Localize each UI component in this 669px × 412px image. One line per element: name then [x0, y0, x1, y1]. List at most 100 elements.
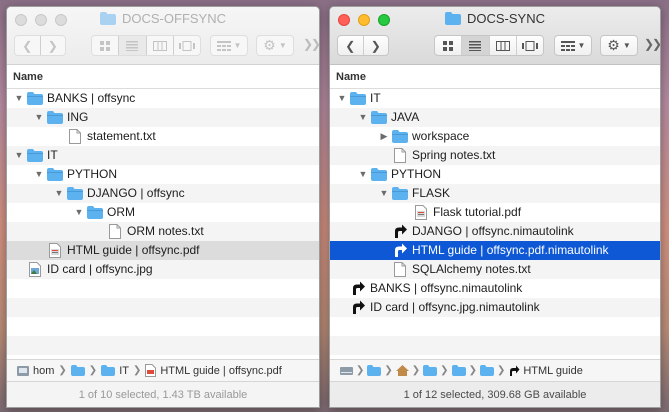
- list-item[interactable]: DJANGO | offsync.nimautolink: [330, 222, 660, 241]
- finder-window-docs-sync[interactable]: DOCS-SYNC ❮ ❯ ▼ ⚙ ▼ ❯❯ Name ▼ IT ▼ JAVA ▶ wor…: [329, 6, 661, 408]
- file-list[interactable]: ▼ IT ▼ JAVA ▶ workspace Spring notes.txt ▼ PYTHO…: [330, 89, 660, 357]
- list-view-button[interactable]: [462, 36, 490, 55]
- back-button[interactable]: ❮: [338, 36, 364, 55]
- disclosure-open-icon[interactable]: ▼: [357, 108, 369, 127]
- list-item[interactable]: HTML guide | offsync.pdf.nimautolink: [330, 241, 660, 260]
- path-segment-it[interactable]: IT: [119, 365, 129, 377]
- name-column-header[interactable]: Name: [330, 65, 660, 89]
- list-view-button[interactable]: [119, 36, 147, 55]
- folder-icon: [392, 129, 408, 144]
- list-item[interactable]: statement.txt: [7, 127, 319, 146]
- pdf-icon: [145, 364, 157, 377]
- status-bar: 1 of 12 selected, 309.68 GB available: [330, 381, 660, 407]
- list-item[interactable]: ORM notes.txt: [7, 222, 319, 241]
- list-item[interactable]: Flask tutorial.pdf: [330, 203, 660, 222]
- list-item[interactable]: ▼ ORM: [7, 203, 319, 222]
- list-item[interactable]: BANKS | offsync.nimautolink: [330, 279, 660, 298]
- file-name-label: PYTHON: [391, 167, 442, 181]
- action-menu-button[interactable]: ⚙ ▼: [600, 35, 638, 56]
- file-name-label: IT: [47, 148, 58, 162]
- gallery-view-button[interactable]: [174, 36, 200, 55]
- group-icon: [560, 40, 575, 51]
- list-item[interactable]: SQLAlchemy notes.txt: [330, 260, 660, 279]
- gear-icon: ⚙: [263, 37, 276, 53]
- disclosure-closed-icon[interactable]: ▶: [378, 127, 390, 146]
- back-button[interactable]: ❮: [15, 36, 41, 55]
- titlebar[interactable]: DOCS-OFFSYNC ❮ ❯ ▼ ⚙ ▼ ❯❯: [7, 7, 319, 65]
- list-item[interactable]: ▼ JAVA: [330, 108, 660, 127]
- pdf-icon: [413, 205, 429, 220]
- list-item[interactable]: ▼ ING: [7, 108, 319, 127]
- list-item[interactable]: ▼ PYTHON: [7, 165, 319, 184]
- disclosure-open-icon[interactable]: ▼: [13, 89, 25, 108]
- list-item[interactable]: ID card | offsync.jpg.nimautolink: [330, 298, 660, 317]
- view-mode-control[interactable]: [91, 35, 201, 56]
- file-name-label: ING: [67, 110, 89, 124]
- folder-icon: [392, 186, 408, 201]
- list-item[interactable]: ▼ IT: [7, 146, 319, 165]
- list-item[interactable]: ▼ PYTHON: [330, 165, 660, 184]
- back-forward-control[interactable]: ❮ ❯: [14, 35, 66, 56]
- list-icon: [126, 40, 139, 51]
- path-bar: ❯ ❯ ❯ ❯ ❯ ❯ HTML guide: [330, 359, 660, 381]
- column-view-button[interactable]: [147, 36, 174, 55]
- list-item[interactable]: ▼ IT: [330, 89, 660, 108]
- disclosure-open-icon[interactable]: ▼: [33, 165, 45, 184]
- back-forward-control[interactable]: ❮ ❯: [337, 35, 389, 56]
- path-segment-file[interactable]: HTML guide: [523, 365, 583, 377]
- list-item[interactable]: HTML guide | offsync.pdf: [7, 241, 319, 260]
- action-menu-button[interactable]: ⚙ ▼: [256, 35, 294, 56]
- folder-icon[interactable]: [479, 365, 494, 376]
- home-icon[interactable]: [395, 365, 409, 376]
- folder-icon[interactable]: [70, 365, 85, 376]
- titlebar[interactable]: DOCS-SYNC ❮ ❯ ▼ ⚙ ▼ ❯❯: [330, 7, 660, 65]
- file-list[interactable]: ▼ BANKS | offsync ▼ ING statement.txt ▼ IT ▼ PYT…: [7, 89, 319, 357]
- list-item[interactable]: ▼ BANKS | offsync: [7, 89, 319, 108]
- forward-button[interactable]: ❯: [364, 36, 389, 55]
- list-item[interactable]: ID card | offsync.jpg: [7, 260, 319, 279]
- folder-icon: [47, 167, 63, 182]
- window-title-text: DOCS-OFFSYNC: [122, 11, 226, 26]
- hard-drive-icon[interactable]: [340, 365, 353, 376]
- file-name-label: DJANGO | offsync.nimautolink: [412, 224, 574, 238]
- icon-view-button[interactable]: [92, 36, 120, 55]
- group-by-button[interactable]: ▼: [554, 35, 592, 56]
- users-folder-icon[interactable]: [367, 365, 382, 376]
- disclosure-open-icon[interactable]: ▼: [73, 203, 85, 222]
- list-item[interactable]: ▶ workspace: [330, 127, 660, 146]
- file-name-label: BANKS | offsync.nimautolink: [370, 281, 523, 295]
- list-item[interactable]: ▼ DJANGO | offsync: [7, 184, 319, 203]
- icon-view-button[interactable]: [435, 36, 463, 55]
- view-mode-control[interactable]: [434, 35, 544, 56]
- name-column-header[interactable]: Name: [7, 65, 319, 89]
- image-icon: [27, 262, 43, 277]
- chevron-right-icon: ❯: [356, 365, 365, 376]
- disclosure-open-icon[interactable]: ▼: [336, 89, 348, 108]
- column-view-button[interactable]: [490, 36, 517, 55]
- disclosure-open-icon[interactable]: ▼: [53, 184, 65, 203]
- group-by-button[interactable]: ▼: [210, 35, 248, 56]
- disclosure-open-icon[interactable]: ▼: [378, 184, 390, 203]
- folder-icon[interactable]: [451, 365, 466, 376]
- disclosure-open-icon[interactable]: ▼: [13, 146, 25, 165]
- status-bar: 1 of 10 selected, 1.43 TB available: [7, 381, 319, 407]
- list-item[interactable]: Spring notes.txt: [330, 146, 660, 165]
- file-name-label: ID card | offsync.jpg: [47, 262, 153, 276]
- file-name-label: statement.txt: [87, 129, 156, 143]
- gallery-view-button[interactable]: [517, 36, 543, 55]
- document-icon: [107, 224, 123, 239]
- toolbar-overflow-icon[interactable]: ❯❯: [303, 37, 319, 51]
- chevron-right-icon: ❯: [440, 365, 449, 376]
- forward-button[interactable]: ❯: [41, 36, 66, 55]
- disclosure-open-icon[interactable]: ▼: [33, 108, 45, 127]
- list-item[interactable]: ▼ FLASK: [330, 184, 660, 203]
- path-segment-home[interactable]: hom: [33, 365, 54, 377]
- folder-icon[interactable]: [423, 365, 438, 376]
- finder-window-docs-offsync[interactable]: DOCS-OFFSYNC ❮ ❯ ▼ ⚙ ▼ ❯❯ Name ▼ BANKS | …: [6, 6, 320, 408]
- empty-row: [7, 298, 319, 317]
- path-segment-file[interactable]: HTML guide | offsync.pdf: [160, 365, 281, 377]
- columns-icon: [495, 40, 510, 51]
- toolbar-overflow-icon[interactable]: ❯❯: [644, 37, 660, 51]
- chevron-right-icon: ❯: [88, 365, 98, 376]
- disclosure-open-icon[interactable]: ▼: [357, 165, 369, 184]
